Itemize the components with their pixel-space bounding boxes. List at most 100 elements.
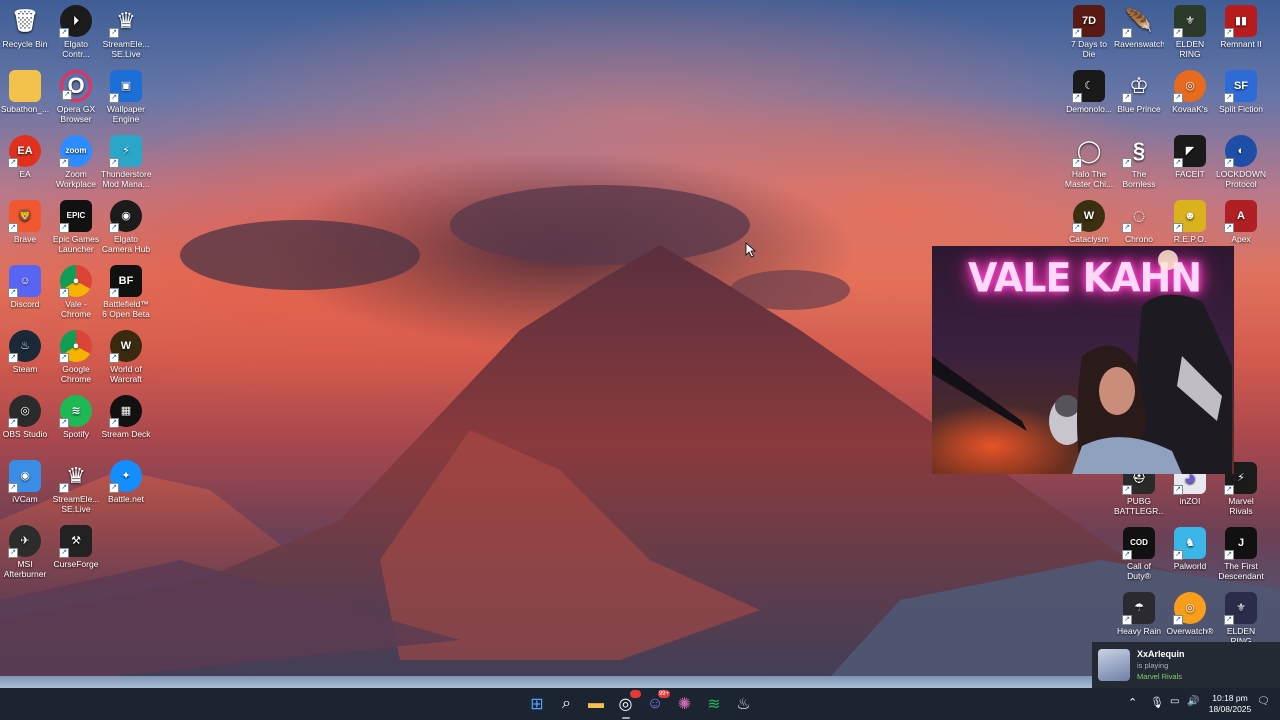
- desktop-icon-blue-prince[interactable]: ♔ ↗ Blue Prince: [1114, 70, 1164, 115]
- desktop-icon-chrono[interactable]: ◌ ↗ Chrono: [1114, 200, 1164, 244]
- desktop-icon-curseforge[interactable]: ⚒ ↗ CurseForge: [51, 525, 101, 569]
- file-explorer-button[interactable]: ▬: [584, 692, 608, 716]
- desktop-icon-zoom[interactable]: zoom ↗ Zoom Workplace: [51, 135, 101, 189]
- spotify-taskbar-button[interactable]: ≋: [702, 692, 726, 716]
- shortcut-arrow-icon: ↗: [1072, 93, 1082, 103]
- desktop-icon-label: 7 Days to Die: [1071, 39, 1107, 59]
- desktop-icon-call-of-duty[interactable]: COD ↗ Call of Duty®: [1114, 527, 1164, 581]
- desktop-icon-discord[interactable]: ☺ ↗ Discord: [0, 265, 50, 309]
- streamelements-icon: ♛ ↗: [109, 5, 142, 38]
- microphone-icon[interactable]: 🎙: [1150, 696, 1164, 709]
- notification-status: is playing: [1137, 661, 1169, 670]
- show-hidden-icons-button[interactable]: ⌃: [1128, 696, 1140, 712]
- desktop-icon-elgato-camera-hub[interactable]: ◉ ↗ Elgato Camera Hub: [101, 200, 151, 254]
- desktop-icon-7-days-to-die[interactable]: 7D ↗ 7 Days to Die: [1064, 5, 1114, 59]
- discord-taskbar-button[interactable]: ☺ 99+: [643, 690, 670, 716]
- desktop-icon-battle-net[interactable]: ✦ ↗ Battle.net: [101, 460, 151, 504]
- desktop-icon-label: Ravenswatch: [1114, 39, 1164, 49]
- shortcut-arrow-icon: ↗: [1122, 550, 1132, 560]
- remnant-ii-icon: ▮▮ ↗: [1224, 5, 1257, 38]
- clock-date: 18/08/2025: [1208, 704, 1252, 714]
- desktop-icon-folder[interactable]: Subathon_...: [0, 70, 50, 114]
- desktop-icon-label: Vale - Chrome: [60, 299, 92, 319]
- shortcut-arrow-icon: ↗: [1224, 28, 1234, 38]
- desktop-icon-steam[interactable]: ♨ ↗ Steam: [0, 330, 50, 374]
- desktop-icon-lockdown-protocol[interactable]: ◐ ↗ LOCKDOWN Protocol: [1216, 135, 1266, 189]
- desktop-icon-streamelements[interactable]: ♛ ↗ StreamEle... SE.Live: [51, 460, 101, 515]
- desktop-icon-elden-ring[interactable]: ⚜ ↗ ELDEN RING: [1165, 5, 1215, 59]
- notification-toast[interactable]: XxArlequin is playing Marvel Rivals: [1092, 642, 1280, 688]
- elden-ring-nightreign-icon: ⚜ ↗: [1224, 592, 1257, 625]
- desktop-icon-epic-games[interactable]: EPIC ↗ Epic Games Launcher: [51, 200, 101, 254]
- steam-taskbar-button[interactable]: ♨: [732, 692, 756, 716]
- desktop-icon-apex[interactable]: A ↗ Apex: [1216, 200, 1266, 244]
- desktop-icon-chrome-profile[interactable]: ● ↗ Vale - Chrome: [51, 265, 101, 319]
- desktop-icon-msi-afterburner[interactable]: ✈ ↗ MSI Afterburner: [0, 525, 50, 579]
- desktop-icon-wallpaper-engine[interactable]: ▣ ↗ Wallpaper Engine: [101, 70, 151, 124]
- desktop-icon-halo-mcc[interactable]: ◯ ↗ Halo The Master Chi...: [1064, 135, 1114, 190]
- chrome-icon: ● ↗: [59, 330, 92, 363]
- desktop-icon-brave[interactable]: 🦁 ↗ Brave: [0, 200, 50, 244]
- desktop-icon-repo[interactable]: ☻ ↗ R.E.P.O.: [1165, 200, 1215, 244]
- chrono-icon: ◌ ↗: [1122, 200, 1155, 233]
- search-button[interactable]: ⌕: [555, 692, 579, 716]
- folder-icon: [9, 70, 41, 102]
- desktop-icon-overwatch[interactable]: ◎ ↗ Overwatch®: [1165, 592, 1215, 636]
- desktop-icon-split-fiction[interactable]: SF ↗ Split Fiction: [1216, 70, 1266, 114]
- desktop-icon-battlefield[interactable]: BF ↗ Battlefield™ 6 Open Beta: [101, 265, 151, 319]
- desktop-icon-streamelements[interactable]: ♛ ↗ StreamEle... SE.Live: [101, 5, 151, 60]
- curseforge-icon: ⚒ ↗: [59, 525, 92, 558]
- obs-taskbar-button[interactable]: ◎: [614, 690, 641, 719]
- wallpaper-engine-icon: ▣ ↗: [109, 70, 142, 103]
- desktop-icon-elden-ring-nightreign[interactable]: ⚜↗ELDEN RING NIGHTREIGN: [1216, 592, 1266, 646]
- desktop-icon-ivcam[interactable]: ◉ ↗ iVCam: [0, 460, 50, 504]
- desktop-icon-heavy-rain[interactable]: ☂ ↗ Heavy Rain: [1114, 592, 1164, 636]
- desktop-icon-spotify[interactable]: ≋ ↗ Spotify: [51, 395, 101, 439]
- desktop-icon-label: Stream Deck: [101, 429, 151, 439]
- opera-gx-icon: O ↗: [60, 70, 92, 102]
- desktop-icon-ravenswatch[interactable]: 🪶 ↗ Ravenswatch: [1114, 5, 1164, 50]
- volume-icon[interactable]: 🔊: [1187, 696, 1199, 707]
- desktop-icon-world-of-warcraft[interactable]: W ↗ World of Warcraft: [101, 330, 151, 384]
- desktop-icon-stream-deck[interactable]: ▦ ↗ Stream Deck: [101, 395, 151, 439]
- desktop-icon-label: Steam: [12, 364, 38, 374]
- desktop-icon-label: Apex: [1231, 234, 1251, 244]
- desktop-icon-label: Wallpaper Engine: [107, 104, 145, 124]
- desktop-icon-recycle-bin[interactable]: 🗑 Recycle Bin: [0, 5, 50, 50]
- desktop-icon-remnant-ii[interactable]: ▮▮ ↗ Remnant II: [1216, 5, 1266, 49]
- network-icon[interactable]: ▭: [1170, 696, 1179, 707]
- shortcut-arrow-icon: ↗: [1173, 485, 1183, 495]
- overwatch-icon: ◎ ↗: [1173, 592, 1206, 625]
- desktop-icon-label: Blue Prince: [1117, 104, 1161, 114]
- desktop-icon-elgato-control-center[interactable]: ⏵ ↗ Elgato Contr...: [51, 5, 101, 59]
- desktop-icon-faceit[interactable]: ◤ ↗ FACEIT: [1165, 135, 1215, 179]
- ea-icon: EA ↗: [8, 135, 41, 168]
- desktop-icon-ea[interactable]: EA ↗ EA: [0, 135, 50, 179]
- mouse-cursor: [745, 242, 757, 258]
- desktop-icon-chrome[interactable]: ● ↗ Google Chrome: [51, 330, 101, 384]
- desktop-icon-label: MSI Afterburner: [3, 559, 47, 579]
- desktop-icon-obs[interactable]: ◎ ↗ OBS Studio: [0, 395, 50, 439]
- chrome-profile-icon: ● ↗: [59, 265, 92, 298]
- taskbar-clock[interactable]: 10:18 pm 18/08/2025: [1206, 693, 1254, 715]
- desktop-icon-the-first-descendant[interactable]: J ↗ The First Descendant: [1216, 527, 1266, 581]
- desktop-icon-thunderstore[interactable]: ⚡ ↗ Thunderstore Mod Mana...: [101, 135, 151, 189]
- desktop-icon-demonologist[interactable]: ☾ ↗ Demonolo...: [1064, 70, 1114, 114]
- desktop-icon-label: Battle.net: [108, 494, 144, 504]
- battlefield-icon: BF ↗: [109, 265, 142, 298]
- desktop-icon-bornless[interactable]: §↗The Bornless Demo: [1114, 135, 1164, 189]
- desktop-icon-palworld[interactable]: ♞ ↗ Palworld: [1165, 527, 1215, 571]
- notification-center-icon[interactable]: 🗨: [1257, 696, 1270, 707]
- desktop-icon-kovaaks[interactable]: ◎ ↗ KovaaK's: [1165, 70, 1215, 114]
- desktop-icon-label: Spotify: [63, 429, 89, 439]
- desktop-icon-cataclysm[interactable]: W ↗ Cataclysm: [1064, 200, 1114, 244]
- desktop-icon-opera-gx[interactable]: O ↗ Opera GX Browser: [51, 70, 101, 124]
- brave-icon: 🦁 ↗: [8, 200, 41, 233]
- obs-icon: ◎ ↗: [8, 395, 41, 428]
- desktop-icon-label: iVCam: [12, 494, 38, 504]
- start-button[interactable]: ⊞: [525, 692, 549, 716]
- desktop-icon-label: FACEIT: [1175, 169, 1205, 179]
- streamelements-taskbar-button[interactable]: ✺: [673, 692, 697, 716]
- streamelements-taskbar-icon: ✺: [677, 696, 692, 713]
- notification-username: XxArlequin: [1137, 649, 1185, 659]
